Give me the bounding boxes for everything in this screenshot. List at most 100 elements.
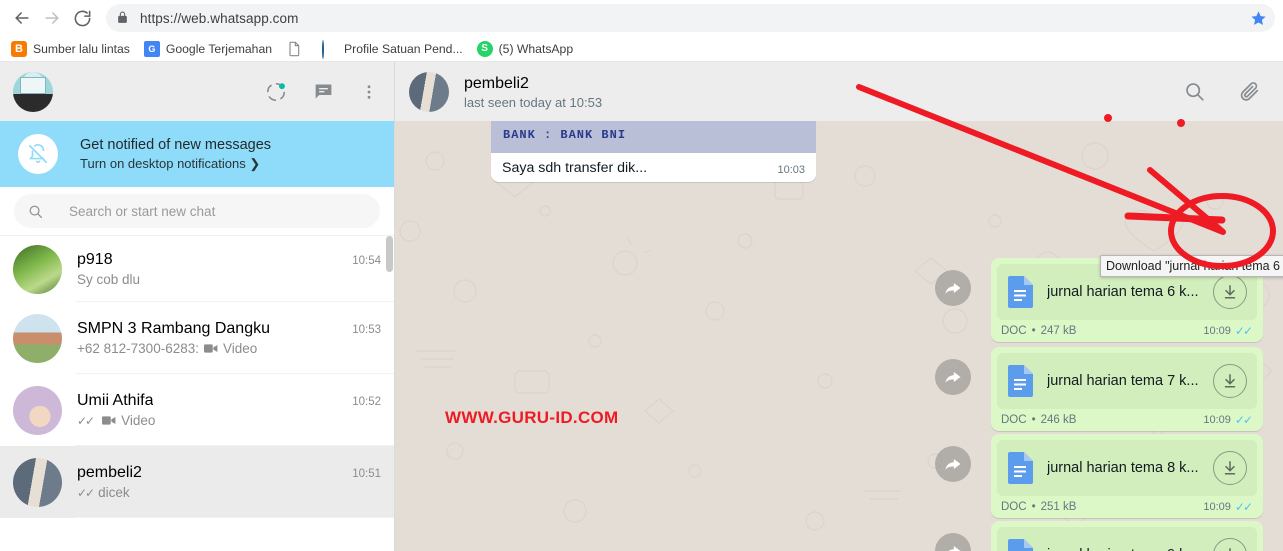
- download-button[interactable]: [1213, 451, 1247, 485]
- sidebar: Get notified of new messages Turn on des…: [0, 62, 395, 551]
- chat-time: 10:52: [352, 396, 381, 408]
- bookmarks-bar: B Sumber lalu lintas G Google Terjemahan…: [0, 36, 1283, 62]
- incoming-message-time: 10:03: [777, 164, 805, 176]
- forward-button[interactable]: [935, 270, 971, 306]
- menu-dots-icon[interactable]: [360, 83, 378, 101]
- conversation-header: pembeli2 last seen today at 10:53: [395, 62, 1283, 121]
- document-size: 251 kB: [1040, 501, 1077, 513]
- video-icon: [102, 415, 116, 426]
- bookmark-label: Google Terjemahan: [165, 41, 273, 56]
- new-chat-icon[interactable]: [313, 81, 334, 102]
- page-icon: [286, 41, 302, 57]
- my-avatar[interactable]: [13, 71, 53, 112]
- avatar: [13, 457, 62, 507]
- meta-separator: •: [1031, 325, 1036, 337]
- outgoing-message-row: jurnal harian tema 9 k... DOC • 249 kB 1…: [935, 521, 1263, 551]
- chat-list-scrollbar[interactable]: [386, 236, 393, 272]
- message-area[interactable]: WWW.GURU-ID.COM SDN TUVITER PRADESKA BAN…: [395, 121, 1283, 551]
- paperclip-icon[interactable]: [1239, 81, 1261, 103]
- forward-button[interactable]: [935, 446, 971, 482]
- read-receipt-icon: ✓✓: [1234, 324, 1253, 338]
- contact-status: last seen today at 10:53: [464, 94, 603, 110]
- url-text: https://web.whatsapp.com: [140, 10, 299, 26]
- search-icon: [28, 204, 43, 219]
- chat-time: 10:54: [352, 255, 381, 267]
- chat-attachment-label: Video: [222, 341, 258, 356]
- list-item[interactable]: pembeli2 10:51 ✓✓ dicek: [0, 446, 394, 518]
- reload-button[interactable]: [68, 4, 96, 32]
- avatar: [13, 385, 62, 435]
- status-ring-icon[interactable]: [265, 81, 287, 103]
- download-button[interactable]: [1213, 364, 1247, 398]
- list-item[interactable]: SMPN 3 Rambang Dangku 10:53 +62 812-7300…: [0, 302, 394, 374]
- transfer-receipt-image[interactable]: SDN TUVITER PRADESKA BANK : BANK BNI: [491, 121, 816, 153]
- document-type: DOC: [1001, 501, 1027, 513]
- bookmark-label: Sumber lalu lintas: [33, 41, 130, 56]
- document-filename: jurnal harian tema 9 k...: [1047, 547, 1205, 551]
- chat-preview: +62 812-7300-6283:: [77, 341, 199, 356]
- incoming-message-bubble[interactable]: SDN TUVITER PRADESKA BANK : BANK BNI Say…: [491, 121, 816, 182]
- notification-subtitle[interactable]: Turn on desktop notifications ❯: [80, 155, 271, 173]
- document-message-bubble[interactable]: jurnal harian tema 8 k... DOC • 251 kB 1…: [991, 434, 1263, 518]
- list-item[interactable]: p918 10:54 Sy cob dlu: [0, 236, 394, 302]
- chat-name: pembeli2: [77, 464, 142, 481]
- document-type: DOC: [1001, 414, 1027, 426]
- avatar: [13, 313, 62, 363]
- message-time: 10:09: [1203, 501, 1231, 513]
- search-input[interactable]: Search or start new chat: [14, 194, 380, 228]
- download-tooltip: Download "jurnal harian tema 6 k: [1100, 255, 1283, 277]
- outgoing-message-row: jurnal harian tema 7 k... DOC • 246 kB 1…: [935, 347, 1263, 431]
- back-button[interactable]: [8, 4, 36, 32]
- read-receipt-icon: ✓✓: [1234, 413, 1253, 427]
- document-filename: jurnal harian tema 8 k...: [1047, 460, 1199, 476]
- avatar[interactable]: [409, 71, 449, 112]
- whatsapp-web-app: Get notified of new messages Turn on des…: [0, 62, 1283, 551]
- address-bar[interactable]: https://web.whatsapp.com: [106, 4, 1275, 32]
- lock-icon: [116, 11, 130, 25]
- contact-name[interactable]: pembeli2: [464, 73, 602, 94]
- bookmark-item[interactable]: B Sumber lalu lintas: [4, 38, 137, 60]
- bookmark-item[interactable]: S (5) WhatsApp: [470, 38, 581, 60]
- list-item[interactable]: Umii Athifa 10:52 ✓✓ Video: [0, 374, 394, 446]
- whatsapp-icon: S: [476, 40, 493, 57]
- bookmark-item[interactable]: G Google Terjemahan: [137, 38, 279, 60]
- message-time: 10:09: [1203, 325, 1231, 337]
- bookmark-item[interactable]: Profile Satuan Pend...: [315, 38, 470, 60]
- document-type: DOC: [1001, 325, 1027, 337]
- conversation-panel: pembeli2 last seen today at 10:53 WWW.GU…: [395, 62, 1283, 551]
- download-button[interactable]: [1213, 538, 1247, 551]
- chat-name: Umii Athifa: [77, 392, 154, 409]
- bell-off-icon: [18, 134, 58, 174]
- document-filename: jurnal harian tema 6 k...: [1047, 284, 1199, 300]
- bookmark-item[interactable]: [279, 38, 315, 60]
- document-icon: [1008, 452, 1033, 484]
- google-translate-icon: G: [143, 40, 160, 57]
- globe-icon: [322, 39, 338, 59]
- search-placeholder: Search or start new chat: [69, 203, 216, 219]
- outgoing-message-row: jurnal harian tema 8 k... DOC • 251 kB 1…: [935, 434, 1263, 518]
- search-bar: Search or start new chat: [0, 187, 394, 236]
- watermark-text: WWW.GURU-ID.COM: [445, 408, 619, 427]
- document-filename: jurnal harian tema 7 k...: [1047, 373, 1199, 389]
- read-receipt-icon: ✓✓: [77, 485, 95, 500]
- document-message-bubble[interactable]: jurnal harian tema 7 k... DOC • 246 kB 1…: [991, 347, 1263, 431]
- document-row[interactable]: jurnal harian tema 8 k...: [997, 440, 1257, 496]
- search-icon[interactable]: [1184, 81, 1205, 102]
- chat-name: SMPN 3 Rambang Dangku: [77, 320, 270, 337]
- document-message-bubble[interactable]: jurnal harian tema 9 k... DOC • 249 kB 1…: [991, 521, 1263, 551]
- blogger-icon: B: [11, 40, 27, 57]
- chat-name: p918: [77, 251, 113, 268]
- chat-preview: Sy cob dlu: [77, 272, 141, 287]
- document-row[interactable]: jurnal harian tema 7 k...: [997, 353, 1257, 409]
- meta-separator: •: [1031, 501, 1036, 513]
- document-row[interactable]: jurnal harian tema 9 k...: [997, 527, 1257, 551]
- desktop-notification-banner[interactable]: Get notified of new messages Turn on des…: [0, 121, 394, 187]
- forward-button[interactable]: [935, 359, 971, 395]
- video-icon: [203, 343, 218, 354]
- bookmark-star-icon[interactable]: [1247, 7, 1269, 29]
- read-receipt-icon: ✓✓: [1234, 500, 1253, 514]
- forward-button[interactable]: [38, 4, 66, 32]
- document-icon: [1008, 539, 1033, 551]
- chat-list[interactable]: p918 10:54 Sy cob dlu SMPN 3 Rambang Dan…: [0, 236, 394, 551]
- notification-title: Get notified of new messages: [80, 136, 272, 153]
